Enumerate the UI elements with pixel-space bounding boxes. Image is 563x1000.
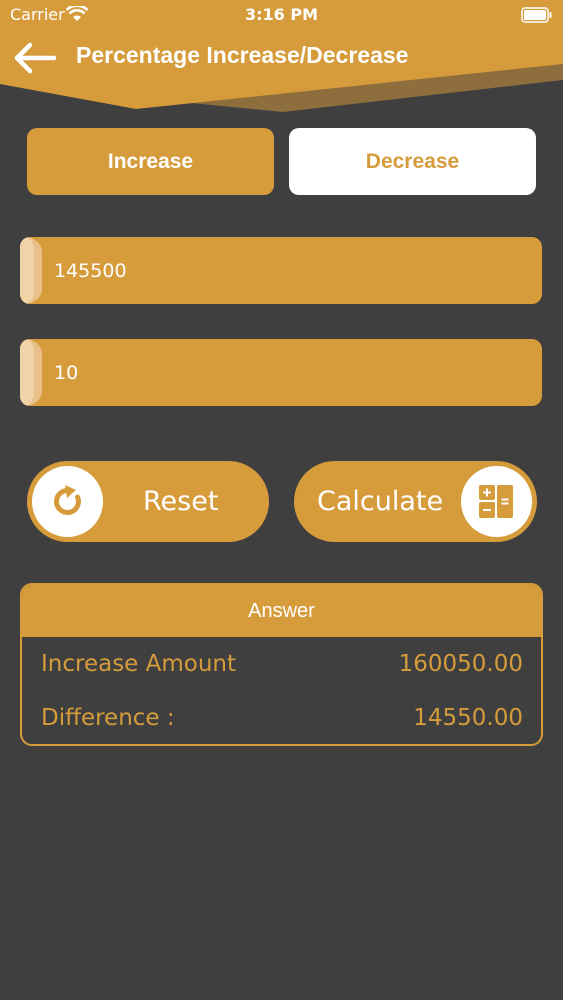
increase-amount-value: 160050.00 <box>398 651 523 677</box>
refresh-icon <box>54 485 81 515</box>
value-field <box>20 237 542 304</box>
field-edge-highlight <box>20 237 34 304</box>
calculate-label: Calculate <box>317 486 444 517</box>
battery-icon <box>521 7 553 27</box>
reset-label: Reset <box>143 486 219 517</box>
difference-value: 14550.00 <box>413 705 523 731</box>
answer-title: Answer <box>22 585 541 637</box>
field-edge-highlight <box>20 339 34 406</box>
percent-field <box>20 339 542 406</box>
tab-increase[interactable]: Increase <box>27 128 274 195</box>
page-title: Percentage Increase/Decrease <box>76 42 409 68</box>
increase-amount-label: Increase Amount <box>41 651 237 677</box>
calculator-icon <box>479 485 513 518</box>
back-button[interactable] <box>10 40 58 76</box>
arrow-left-icon <box>14 42 57 74</box>
calculate-icon-circle <box>461 466 532 537</box>
percent-input[interactable] <box>54 339 524 406</box>
answer-row-increase-amount: Increase Amount 160050.00 <box>41 651 523 691</box>
calculate-button[interactable]: Calculate <box>294 461 537 542</box>
value-input[interactable] <box>54 237 524 304</box>
answer-panel: Answer Increase Amount 160050.00 Differe… <box>20 583 543 746</box>
nav-bar: Percentage Increase/Decrease <box>0 38 563 78</box>
difference-label: Difference : <box>41 705 175 731</box>
status-bar: Carrier 3:16 PM <box>0 0 563 30</box>
reset-icon-circle <box>32 466 103 537</box>
clock-time: 3:16 PM <box>244 5 318 24</box>
reset-button[interactable]: Reset <box>27 461 269 542</box>
answer-row-difference: Difference : 14550.00 <box>41 705 523 744</box>
tab-decrease[interactable]: Decrease <box>289 128 536 195</box>
